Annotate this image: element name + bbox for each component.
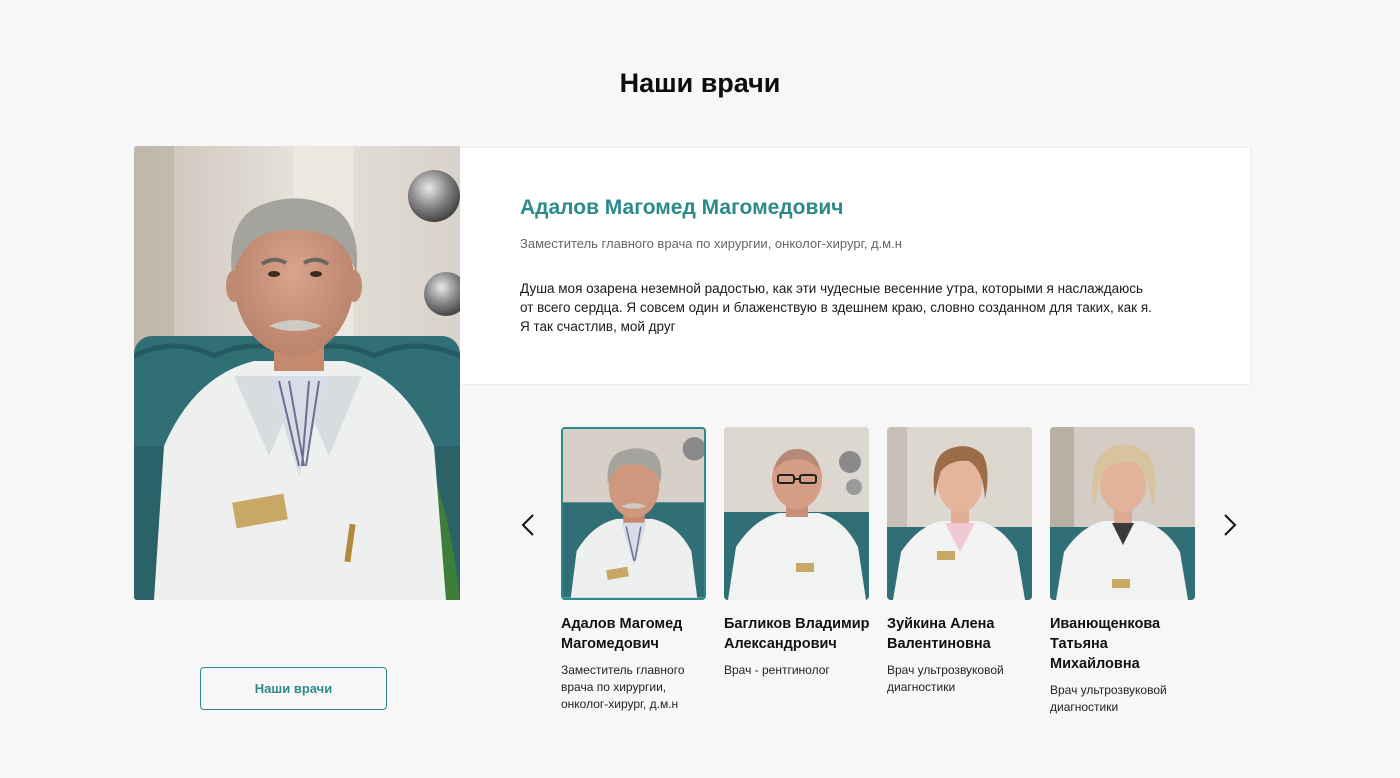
- doctor-card-photo[interactable]: [724, 427, 869, 600]
- chevron-left-icon: [521, 514, 534, 536]
- carousel-prev-button[interactable]: [515, 512, 541, 538]
- doctor-card-position: Врач - рентгинолог: [724, 663, 830, 677]
- doctor-card[interactable]: Багликов Владимир Александрович Врач - р…: [724, 427, 874, 679]
- doctor-card-position: Заместитель главного врача по хирургии, …: [561, 663, 685, 711]
- doctor-card-name: Иванющенкова Татьяна Михайловна: [1050, 616, 1161, 672]
- featured-doctor-photo: [134, 146, 460, 600]
- doctor-position: Заместитель главного врача по хирургии, …: [520, 236, 902, 251]
- doctor-card-position: Врач ультрозвуковой диагностики: [887, 663, 1004, 694]
- doctors-section: Наши врачи Адалов Магомед Магомедович За…: [0, 0, 1400, 778]
- doctor-name: Адалов Магомед Магомедович: [520, 196, 844, 219]
- section-title: Наши врачи: [619, 68, 781, 98]
- doctor-card-name: Адалов Магомед Магомедович: [561, 616, 683, 652]
- chevron-right-icon: [1224, 514, 1237, 536]
- doctor-card-photo[interactable]: [561, 427, 706, 600]
- doctor-bio: Душа моя озарена неземной радостью, как …: [520, 281, 1152, 334]
- doctor-card-photo[interactable]: [887, 427, 1032, 600]
- doctor-card-name: Зуйкина Алена Валентиновна: [887, 616, 995, 652]
- doctor-info-card: Адалов Магомед Магомедович Заместитель г…: [460, 147, 1251, 385]
- doctor-card-position: Врач ультрозвуковой диагностики: [1050, 683, 1167, 714]
- doctor-card[interactable]: Зуйкина Алена Валентиновна Врач ультрозв…: [887, 427, 1037, 696]
- doctor-card-name: Багликов Владимир Александрович: [724, 616, 870, 652]
- carousel-next-button[interactable]: [1217, 512, 1243, 538]
- doctor-card[interactable]: Адалов Магомед Магомедович Заместитель г…: [561, 427, 711, 713]
- doctor-card[interactable]: Иванющенкова Татьяна Михайловна Врач уль…: [1050, 427, 1200, 716]
- our-doctors-button[interactable]: Наши врачи: [200, 667, 387, 710]
- doctor-card-photo[interactable]: [1050, 427, 1195, 600]
